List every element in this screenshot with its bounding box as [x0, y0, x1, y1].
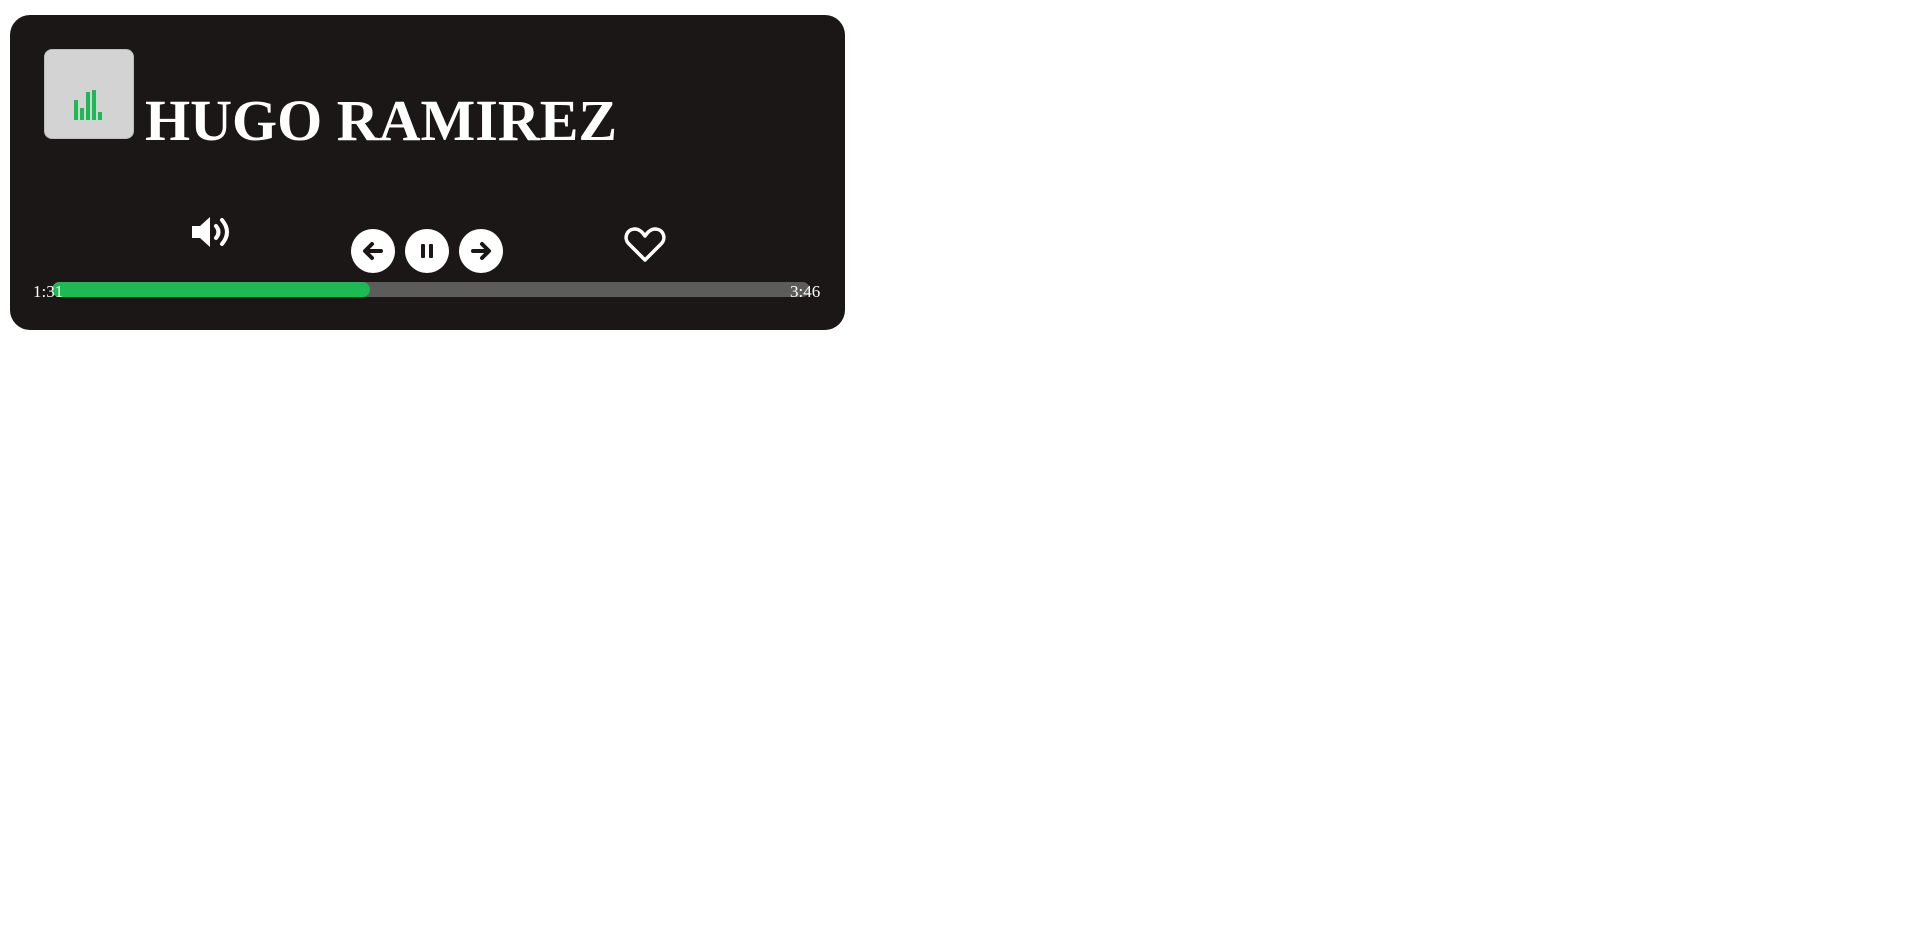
track-title: HUGO RAMIREZ — [145, 88, 618, 153]
pause-button[interactable] — [405, 229, 449, 273]
music-player: HUGO RAMIREZ 1:31 3:46 — [10, 15, 845, 330]
current-time: 1:31 — [33, 282, 64, 301]
volume-icon — [192, 217, 229, 247]
arrow-right-icon — [471, 242, 491, 260]
like-button[interactable] — [624, 226, 666, 269]
progress-fill — [52, 282, 371, 297]
album-art — [44, 49, 134, 139]
heart-icon — [624, 227, 666, 262]
total-time: 3:46 — [790, 282, 821, 301]
previous-button[interactable] — [351, 229, 395, 273]
arrow-left-icon — [363, 242, 383, 260]
volume-button[interactable] — [190, 213, 236, 256]
pause-icon — [421, 244, 433, 258]
progress-bar[interactable] — [52, 282, 810, 297]
next-button[interactable] — [459, 229, 503, 273]
equalizer-bars-icon — [74, 90, 102, 120]
